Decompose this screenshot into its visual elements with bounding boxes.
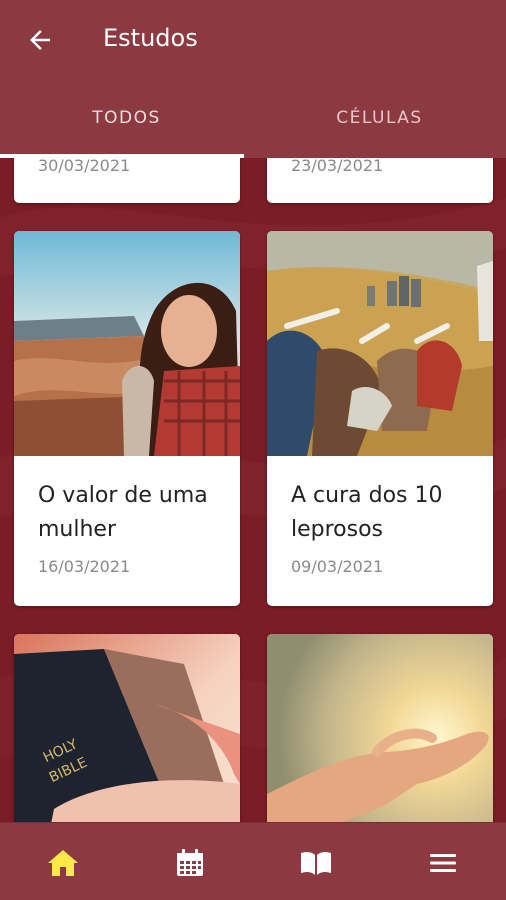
woman-smiling-canyon-photo	[14, 231, 240, 456]
studies-grid[interactable]: 30/03/2021 23/03/2021 O valor de uma mul…	[0, 158, 506, 822]
menu-icon	[430, 854, 456, 872]
tab-todos[interactable]: TODOS	[0, 96, 253, 158]
card-date: 23/03/2021	[291, 158, 384, 175]
card-date: 09/03/2021	[291, 557, 384, 576]
study-card[interactable]: 23/03/2021	[267, 158, 493, 203]
tab-celulas[interactable]: CÉLULAS	[253, 96, 506, 158]
home-icon	[48, 850, 78, 876]
card-title: O valor de uma mulher	[38, 483, 208, 542]
top-toolbar: Estudos	[0, 0, 506, 82]
back-button[interactable]	[22, 22, 58, 58]
holy-bible-in-hands-photo: HOLY BIBLE	[14, 634, 240, 822]
study-card[interactable]: HOLY BIBLE	[14, 634, 240, 822]
bottom-navigation	[0, 822, 506, 900]
nav-home[interactable]	[45, 845, 81, 881]
page-title: Estudos	[103, 24, 198, 52]
ten-lepers-painting	[267, 231, 493, 456]
nav-calendar[interactable]	[172, 845, 208, 881]
study-card[interactable]: 30/03/2021	[14, 158, 240, 203]
app-bar: Estudos TODOS CÉLULAS	[0, 0, 506, 158]
study-card[interactable]	[267, 634, 493, 822]
card-date: 30/03/2021	[38, 158, 131, 175]
card-title: A cura dos 10 leprosos	[291, 483, 443, 542]
nav-bible[interactable]	[298, 845, 334, 881]
calendar-icon	[177, 849, 203, 876]
arrow-left-icon	[30, 30, 50, 50]
open-hand-sunlight-photo	[267, 634, 493, 822]
book-icon	[301, 851, 331, 875]
nav-menu[interactable]	[425, 845, 461, 881]
card-date: 16/03/2021	[38, 557, 131, 576]
study-card[interactable]: O valor de uma mulher 16/03/2021	[14, 231, 240, 606]
study-card[interactable]: A cura dos 10 leprosos 09/03/2021	[267, 231, 493, 606]
